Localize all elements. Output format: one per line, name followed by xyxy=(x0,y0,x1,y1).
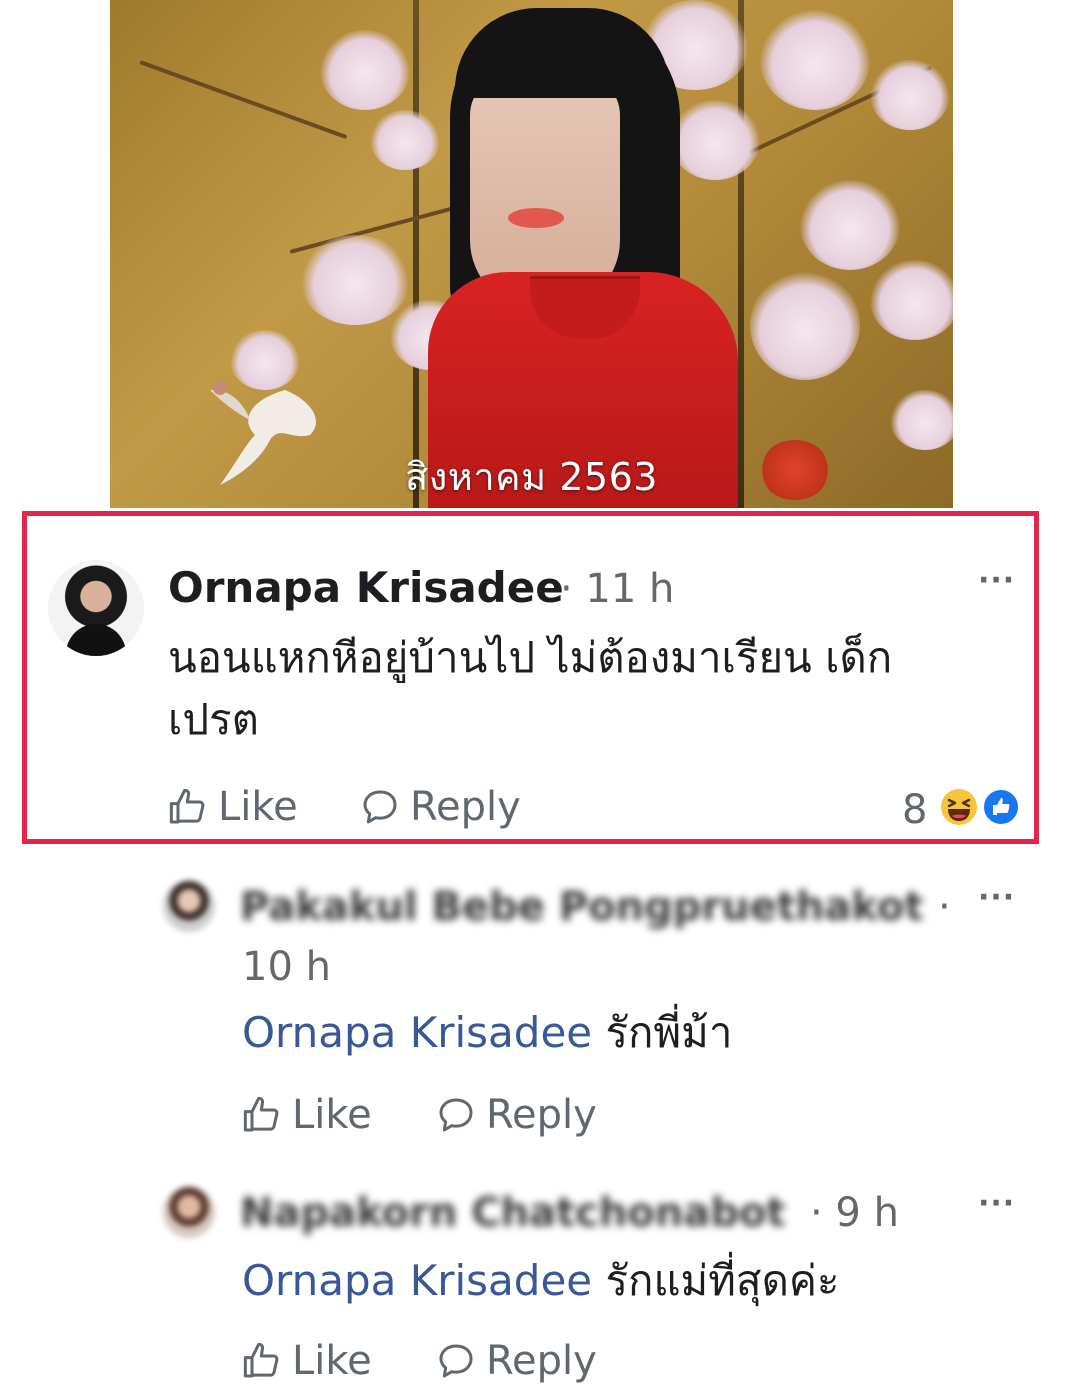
comment-text: นอนแหกหีอยู่บ้านไป ไม่ต้องมาเรียน เด็ก xyxy=(168,633,893,682)
like-label: Like xyxy=(218,784,298,830)
reply-button[interactable]: Reply xyxy=(436,1338,597,1384)
reaction-count[interactable]: 8 xyxy=(902,787,927,833)
magnolia-flower xyxy=(320,30,410,110)
comment-author[interactable]: Ornapa Krisadee xyxy=(168,563,564,612)
more-options-icon[interactable]: ··· xyxy=(978,880,1015,915)
reply-time[interactable]: · 9 h xyxy=(810,1190,899,1236)
magnolia-flower xyxy=(800,180,900,270)
more-options-icon[interactable]: ··· xyxy=(978,563,1015,598)
reply-author[interactable]: Pakakul Bebe Pongpruethakot xyxy=(240,884,923,930)
comment-time[interactable]: · 11 h xyxy=(560,566,674,612)
like-thumb-icon xyxy=(169,788,205,824)
like-label: Like xyxy=(292,1338,372,1384)
reply-bubble-icon xyxy=(439,1098,473,1132)
photo-caption: สิงหาคม 2563 xyxy=(405,455,658,499)
reply-bubble-icon xyxy=(363,790,397,824)
branch-decoration xyxy=(139,60,348,140)
like-button[interactable]: Like xyxy=(242,1092,372,1138)
like-thumb-icon xyxy=(243,1342,279,1378)
like-button[interactable]: Like xyxy=(242,1338,372,1384)
woman-fringe xyxy=(455,8,670,98)
reply-message: รักพี่ม้า xyxy=(605,1008,733,1057)
reply-author[interactable]: Napakorn Chatchonabot xyxy=(240,1190,786,1236)
magnolia-flower xyxy=(870,260,953,340)
mention-link[interactable]: Ornapa Krisadee xyxy=(242,1256,592,1305)
haha-reaction-icon[interactable] xyxy=(940,788,978,826)
magnolia-flower xyxy=(300,235,410,325)
reply-message: รักแม่ที่สุดค่ะ xyxy=(605,1256,840,1305)
more-options-icon[interactable]: ··· xyxy=(978,1186,1015,1221)
magnolia-flower xyxy=(870,60,950,130)
like-reaction-icon[interactable] xyxy=(982,788,1020,826)
like-thumb-icon xyxy=(243,1096,279,1132)
reply-label: Reply xyxy=(486,1092,597,1138)
mention-link[interactable]: Ornapa Krisadee xyxy=(242,1008,592,1057)
reply-button[interactable]: Reply xyxy=(436,1092,597,1138)
reply-button[interactable]: Reply xyxy=(360,784,521,830)
magnolia-flower xyxy=(890,390,953,450)
reply-text: Ornapa Krisadee รักพี่ม้า xyxy=(242,1002,732,1064)
reply-time-separator: · xyxy=(938,884,951,930)
avatar[interactable] xyxy=(48,560,144,656)
magnolia-flower xyxy=(760,10,870,110)
magnolia-flower xyxy=(670,100,760,180)
post-photo[interactable]: สิงหาคม 2563 xyxy=(110,0,953,508)
woman-lips xyxy=(508,208,564,228)
magnolia-flower xyxy=(370,110,440,170)
reply-label: Reply xyxy=(410,784,521,830)
like-button[interactable]: Like xyxy=(168,784,298,830)
screen-panel-divider xyxy=(413,0,419,508)
reply-time[interactable]: 10 h xyxy=(242,944,331,990)
magnolia-flower xyxy=(750,270,860,380)
avatar[interactable] xyxy=(163,1186,215,1238)
like-label: Like xyxy=(292,1092,372,1138)
comment-text: เปรต xyxy=(168,695,259,744)
reply-bubble-icon xyxy=(439,1344,473,1378)
screen-panel-divider xyxy=(738,0,744,508)
avatar[interactable] xyxy=(163,880,215,932)
reply-label: Reply xyxy=(486,1338,597,1384)
reply-text: Ornapa Krisadee รักแม่ที่สุดค่ะ xyxy=(242,1250,840,1312)
